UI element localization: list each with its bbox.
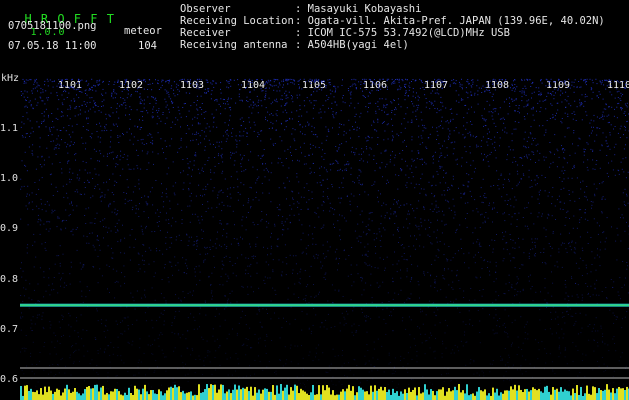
meta-key: Observer [180, 3, 231, 15]
count-value: 104 [138, 40, 157, 52]
spectrogram [20, 78, 629, 400]
y-tick-label: 0.7 [0, 323, 19, 335]
noise-field [20, 78, 629, 391]
meta-location: Receiving Location : Ogata-vill. Akita-P… [180, 15, 605, 27]
count-label: meteor [124, 25, 162, 37]
meta-value: : ICOM IC-575 53.7492(@LCD)MHz USB [295, 27, 510, 39]
y-tick-label: 0.9 [0, 223, 19, 235]
file-name: 0705181100.png [8, 20, 97, 32]
meta-value: : Ogata-vill. Akita-Pref. JAPAN (139.96E… [295, 15, 605, 27]
y-tick-label: 0.6 [0, 374, 19, 385]
observation-metadata: Observer : Masayuki Kobayashi Receiving … [180, 3, 605, 51]
y-tick-label: 0.8 [0, 273, 19, 285]
y-axis-label: kHz [1, 73, 20, 84]
y-tick-label: 1.0 [0, 173, 19, 185]
meta-key: Receiver [180, 27, 231, 39]
meta-key: Receiving Location [180, 15, 294, 27]
file-datetime: 07.05.18 11:00 [8, 40, 97, 52]
activity-strip [20, 384, 629, 400]
y-tick-label: 1.1 [0, 123, 19, 134]
meta-key: Receiving antenna [180, 39, 288, 51]
meta-value: : Masayuki Kobayashi [295, 3, 422, 15]
meta-receiver: Receiver : ICOM IC-575 53.7492(@LCD)MHz … [180, 27, 605, 39]
meta-value: : A504HB(yagi 4el) [295, 39, 409, 51]
meta-antenna: Receiving antenna : A504HB(yagi 4el) [180, 39, 605, 51]
meta-observer: Observer : Masayuki Kobayashi [180, 3, 605, 15]
carrier-line-core [20, 304, 629, 306]
